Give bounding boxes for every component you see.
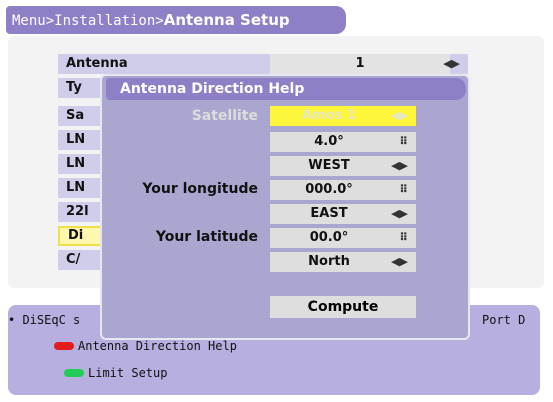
menu-row-label: LN <box>66 132 86 147</box>
dialog-title: Antenna Direction Help <box>106 78 466 100</box>
satellite-select[interactable]: Amos 1 ◀▶ <box>270 106 416 126</box>
left-right-arrows-icon: ◀▶ <box>391 109 408 122</box>
menu-row-label: 22l <box>66 204 89 219</box>
green-button-icon <box>64 369 84 377</box>
satellite-label: Satellite <box>191 108 258 124</box>
red-button-icon <box>54 342 74 350</box>
menu-row-label: C/ <box>66 252 81 267</box>
menu-row-label: LN <box>66 180 86 195</box>
menu-row-antenna[interactable]: Antenna 1 ◀▶ <box>58 54 468 74</box>
your-latitude-label: Your latitude <box>155 229 258 245</box>
green-button-label[interactable]: Limit Setup <box>88 366 167 380</box>
red-button-label[interactable]: Antenna Direction Help <box>78 339 237 353</box>
your-longitude-direction-select[interactable]: EAST ◀▶ <box>270 204 416 224</box>
left-right-arrows-icon: ◀▶ <box>391 159 408 172</box>
compute-button[interactable]: Compute <box>270 296 416 318</box>
keypad-icon: ⠿ <box>399 135 408 148</box>
left-right-arrows-icon: ◀▶ <box>391 207 408 220</box>
your-longitude-label: Your longitude <box>142 181 258 197</box>
your-latitude-input[interactable]: 00.0° ⠿ <box>270 228 416 248</box>
keypad-icon: ⠿ <box>399 183 408 196</box>
menu-row-label: LN <box>66 156 86 171</box>
menu-row-value: 1 <box>270 54 450 74</box>
breadcrumb-path: Menu>Installation> <box>12 13 164 29</box>
left-right-arrows-icon: ◀▶ <box>391 255 408 268</box>
your-longitude-input[interactable]: 000.0° ⠿ <box>270 180 416 200</box>
menu-row-label: Antenna <box>66 56 128 71</box>
help-line-right: Port D <box>482 313 526 327</box>
keypad-icon: ⠿ <box>399 231 408 244</box>
sat-direction-select[interactable]: WEST ◀▶ <box>270 156 416 176</box>
menu-row-label: Ty <box>66 80 82 95</box>
breadcrumb-current: Antenna Setup <box>163 11 290 29</box>
sat-longitude-input[interactable]: 4.0° ⠿ <box>270 132 416 152</box>
menu-row-label: Di <box>68 228 84 243</box>
left-right-arrows-icon: ◀▶ <box>443 57 460 70</box>
help-line-left: • DiSEqC s <box>8 313 81 327</box>
your-latitude-direction-select[interactable]: North ◀▶ <box>270 252 416 272</box>
antenna-direction-help-dialog: Antenna Direction Help Satellite Amos 1 … <box>100 74 470 340</box>
menu-row-label: Sa <box>66 108 85 123</box>
breadcrumb: Menu>Installation>Antenna Setup <box>6 6 346 34</box>
